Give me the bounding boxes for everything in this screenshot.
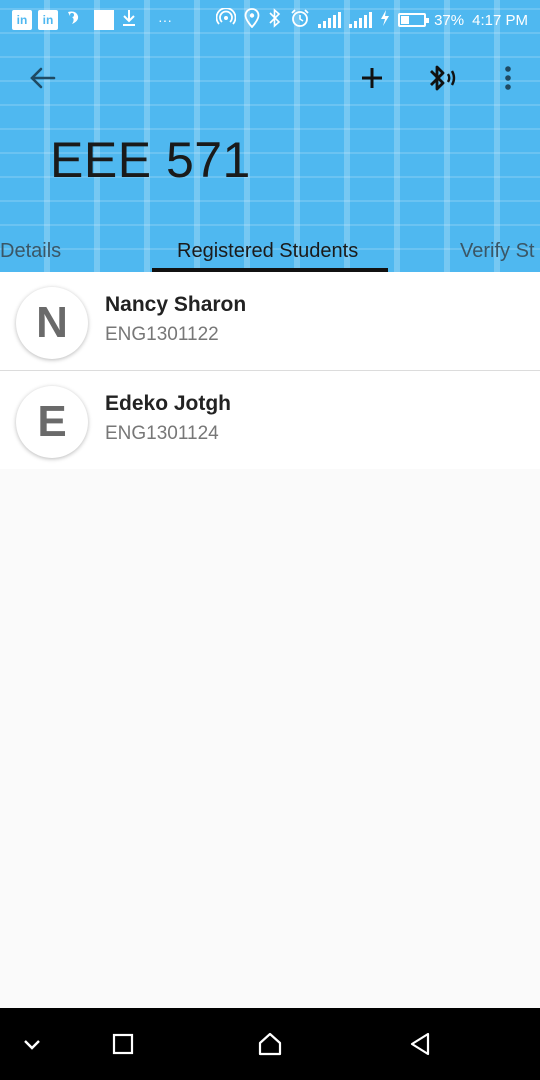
charging-icon: [380, 10, 390, 30]
tab-bar: Details Registered Students Verify St: [0, 230, 540, 272]
student-id: ENG1301122: [105, 324, 219, 345]
linkedin-icon: in: [12, 10, 32, 30]
alarm-icon: [290, 8, 310, 32]
tab-details[interactable]: Details: [0, 230, 61, 272]
recents-square-icon: [112, 1033, 134, 1055]
list-item[interactable]: E Edeko Jotgh ENG1301124: [0, 371, 540, 469]
bluetooth-scan-button[interactable]: [424, 60, 460, 96]
more-vert-icon: [505, 66, 511, 90]
hide-nav-button[interactable]: [14, 1026, 50, 1062]
bluetooth-icon: [268, 8, 282, 32]
student-name: Nancy Sharon: [105, 293, 247, 316]
page-title: EEE 571: [50, 132, 251, 188]
app-header: in in ··· 37% 4:17 PM EEE 571 Details Re…: [0, 0, 540, 272]
plus-icon: [362, 68, 382, 88]
back-triangle-icon: [410, 1032, 430, 1056]
home-button[interactable]: [252, 1026, 288, 1062]
status-bar: in in ··· 37% 4:17 PM: [0, 0, 540, 38]
arrow-left-icon: [30, 67, 56, 89]
overflow-menu-button[interactable]: [490, 60, 526, 96]
student-list: N Nancy Sharon ENG1301122 E Edeko Jotgh …: [0, 272, 540, 469]
student-id: ENG1301124: [105, 423, 219, 444]
recents-button[interactable]: [105, 1026, 141, 1062]
white-square-icon: [94, 10, 114, 30]
tab-registered-students[interactable]: Registered Students: [177, 230, 358, 272]
list-item[interactable]: N Nancy Sharon ENG1301122: [0, 272, 540, 371]
location-icon: [244, 8, 260, 32]
chevron-down-icon: [24, 1040, 40, 1050]
tab-verify-students[interactable]: Verify St: [460, 230, 534, 272]
home-icon: [258, 1032, 282, 1056]
nav-back-button[interactable]: [402, 1026, 438, 1062]
bluetooth-audio-icon: [430, 65, 456, 91]
linkedin-icon: in: [38, 10, 58, 30]
more-notifications-icon: ···: [158, 12, 172, 28]
add-button[interactable]: [354, 60, 390, 96]
avatar: E: [16, 386, 88, 458]
signal-icon: [318, 12, 342, 28]
status-left-icons: in in ···: [12, 8, 172, 32]
status-right-icons: 37% 4:17 PM: [215, 7, 528, 32]
hotspot-icon: [215, 7, 237, 32]
status-time: 4:17 PM: [472, 11, 528, 29]
back-button[interactable]: [24, 60, 60, 96]
download-icon: [120, 8, 138, 32]
system-nav-bar: [0, 1008, 540, 1080]
battery-level-fill: [401, 16, 410, 24]
app-notification-icon: [64, 8, 84, 32]
battery-percent: 37%: [434, 11, 465, 29]
signal-icon: [349, 12, 373, 28]
avatar: N: [16, 287, 88, 359]
battery-icon: [398, 13, 430, 27]
student-name: Edeko Jotgh: [105, 392, 232, 415]
